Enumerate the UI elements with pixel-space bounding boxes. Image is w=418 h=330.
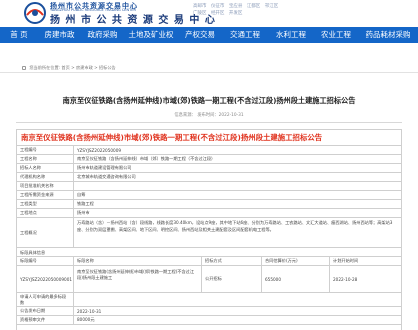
nav-property-trading[interactable]: 产权交易 — [178, 27, 222, 43]
nav-housing-municipal[interactable]: 房建市政 — [38, 27, 81, 43]
row-label: 招标人名称 — [17, 164, 74, 172]
breadcrumb-category[interactable]: 房建市政 — [76, 65, 93, 70]
row-value: YZSYJSZ2022050009 — [77, 147, 122, 153]
row-label: 工程地点 — [17, 209, 74, 217]
table-row: 工程所需资金来源 自筹 — [17, 191, 401, 200]
region-link[interactable]: 宝应县 — [229, 4, 243, 9]
row-value: 南京至仪征铁路（含扬州延伸线）市域（郊）铁路一期工程（不含过江段） — [77, 156, 216, 161]
section-table-header: 标段编号 标段名称 招标方式 合同估算价(万元) 计划开始时间 — [17, 257, 401, 266]
row-value: 80000元 — [77, 317, 95, 322]
bid-method: 公开招标 — [202, 266, 262, 292]
region-link[interactable]: 高邮市 — [193, 4, 207, 9]
region-link[interactable]: 经开区 — [211, 11, 225, 16]
nav-agriculture-engineering[interactable]: 农业工程 — [314, 27, 358, 43]
site-header: 扬州市公共资源交易中心 YANGZHOU PUBLIC RESOURCE TRA… — [0, 0, 418, 27]
nav-drug-procurement[interactable]: 药品耗材采购 — [358, 27, 418, 43]
table-row: 工程地点 扬州市 — [17, 209, 401, 218]
table-row: 项目批准机关名称 — [17, 182, 401, 191]
planned-start-date: 2022-10-28 — [333, 276, 358, 282]
row-label: 资格预审文件 — [17, 316, 74, 324]
table-row: 工程名称 南京至仪征铁路（含扬州延伸线）市域（郊）铁路一期工程（不含过江段） — [17, 155, 401, 164]
main-nav: 首 页 房建市政 政府采购 土地及矿业权 产权交易 交通工程 水利工程 农业工程… — [0, 27, 418, 43]
nav-land-mining[interactable]: 土地及矿业权 — [124, 27, 178, 43]
row-label: 代理机构名称 — [17, 173, 74, 181]
row-value: 北京城市轨道交通咨询有限公司 — [77, 174, 136, 179]
row-label: 项目批准机关名称 — [17, 182, 74, 190]
table-row: 招标人名称 扬州市轨道建设管理有限公司 — [17, 164, 401, 173]
section-code: YZSYJSZ2022050009001 — [17, 266, 74, 292]
location-icon — [22, 65, 26, 70]
row-value: 自筹 — [77, 192, 86, 197]
row-label: 工程所需资金来源 — [17, 191, 74, 199]
nav-home[interactable]: 首 页 — [0, 27, 38, 43]
table-row: 公告发布日期 2022-10-31 — [17, 307, 401, 316]
section-heading: 标段具体信息 — [17, 248, 401, 257]
row-value: 铁路工程 — [77, 201, 94, 206]
row-label: 公告发布日期 — [17, 307, 74, 315]
table-row: 工程类型 铁路工程 — [17, 200, 401, 209]
table-row: 工程概况 万寿路站（含）－扬州西站（含）段线路，线路长度30.40km，设站点9… — [17, 218, 401, 248]
row-label: 工程编号 — [17, 146, 74, 154]
nav-government-procurement[interactable]: 政府采购 — [81, 27, 124, 43]
column-header: 合同估算价(万元) — [262, 257, 330, 265]
row-label: 工程类型 — [17, 200, 74, 208]
breadcrumb-home[interactable]: 首页 — [61, 65, 69, 70]
table-row: 工程编号 YZSYJSZ2022050009 — [17, 146, 401, 155]
column-header: 标段编号 — [17, 257, 74, 265]
nav-traffic-engineering[interactable]: 交通工程 — [222, 27, 268, 43]
column-header: 招标方式 — [202, 257, 262, 265]
nav-water-engineering[interactable]: 水利工程 — [268, 27, 314, 43]
estimated-price: 655000 — [262, 266, 330, 292]
site-logo-icon[interactable] — [22, 1, 48, 25]
column-header: 计划开始时间 — [333, 258, 359, 263]
announcement-title: 南京至仪征铁路(含扬州延伸线)市域(郊)铁路一期工程(不含过江段)扬州段土建施工… — [17, 130, 401, 146]
section-name: 南京至仪征铁路(含扬州延伸线)市域(郊)铁路一期工程(不含过江段)扬州段土建施工 — [74, 266, 202, 292]
breadcrumb-separator: > — [71, 65, 75, 70]
region-link[interactable]: 广陵区 — [193, 11, 207, 16]
region-link[interactable]: 仪征市 — [211, 4, 225, 9]
table-row: 资格预审文件 80000元 — [17, 316, 401, 325]
row-value: 2022-10-31 — [77, 308, 102, 314]
table-row: 代理机构名称 北京城市轨道交通咨询有限公司 — [17, 173, 401, 182]
row-label: 工程名称 — [17, 155, 74, 163]
row-value — [74, 293, 401, 306]
region-link[interactable]: 开发区 — [229, 11, 243, 16]
region-link[interactable]: 邗江区 — [265, 4, 279, 9]
page-meta: 信息来源： 发布时间：2022-10-31 — [174, 113, 244, 118]
page-title: 南京至仪征铁路(含扬州延伸线)市域(郊)铁路一期工程(不含过江段)扬州段土建施工… — [62, 96, 356, 105]
row-value: 万寿路站（含）－扬州西站（含）段线路，线路长度30.40km，设站点9座，其中地… — [77, 220, 393, 232]
row-label: 申请人可申请的最多标段数 — [17, 293, 74, 306]
divider — [16, 122, 402, 123]
breadcrumb-prefix: 您当前所在位置: — [29, 65, 61, 70]
table-row: 申请人可申请的最多标段数 — [17, 293, 401, 307]
breadcrumb-separator: > — [94, 65, 98, 70]
table-row: YZSYJSZ2022050009001 南京至仪征铁路(含扬州延伸线)市域(郊… — [17, 266, 401, 293]
row-label: 工程概况 — [17, 218, 74, 247]
row-value: 扬州市 — [77, 210, 90, 215]
column-header: 标段名称 — [74, 257, 202, 265]
breadcrumb: 您当前所在位置: 首页 > 房建市政 > 招标公告 — [0, 63, 418, 73]
row-value: 扬州市轨道建设管理有限公司 — [77, 165, 132, 170]
region-link[interactable]: 江都区 — [247, 4, 261, 9]
announcement-table: 南京至仪征铁路(含扬州延伸线)市域(郊)铁路一期工程(不含过江段)扬州段土建施工… — [16, 129, 402, 330]
region-links: 高邮市 仪征市 宝应县 江都区 邗江区 广陵区 经开区 开发区 — [193, 3, 283, 17]
breadcrumb-current[interactable]: 招标公告 — [99, 65, 116, 70]
row-value — [74, 182, 401, 190]
brand-main-title: 扬 州 市 公 共 资 源 交 易 中 心 — [50, 15, 216, 26]
